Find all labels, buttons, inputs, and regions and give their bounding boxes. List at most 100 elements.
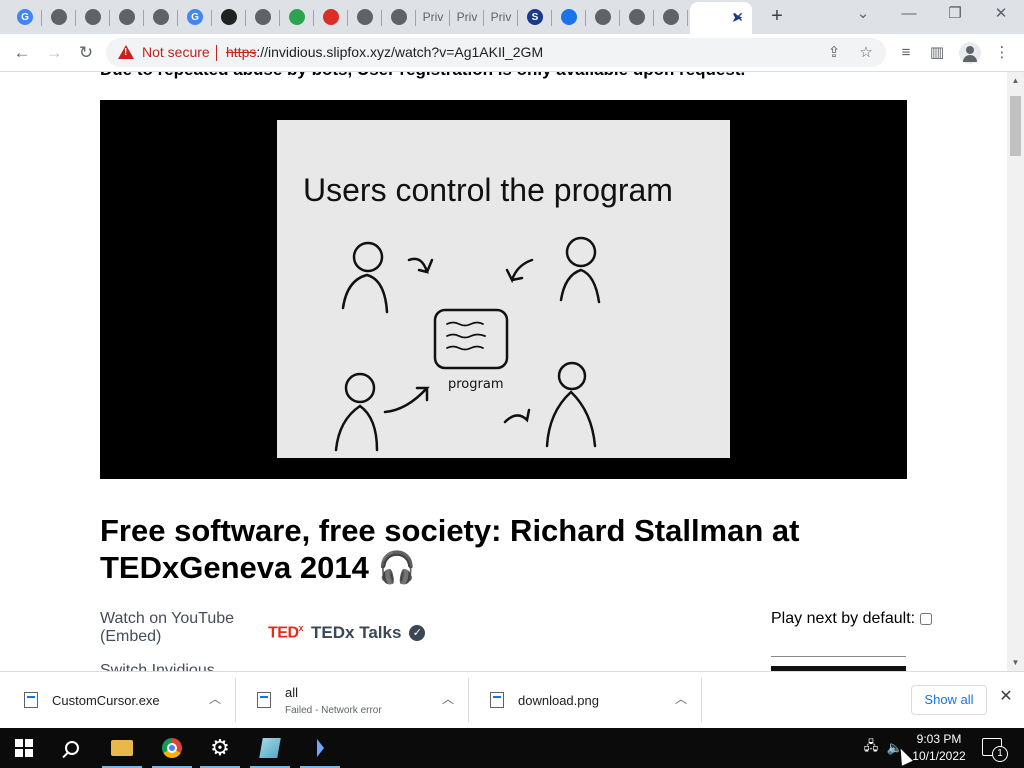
scroll-thumb[interactable]	[1010, 96, 1021, 156]
browser-tab[interactable]	[280, 2, 314, 32]
side-panel-icon[interactable]: ▥	[927, 43, 947, 63]
download-name: all	[285, 685, 299, 700]
menu-kebab-icon[interactable]: ⋮	[992, 43, 1012, 63]
browser-tab[interactable]	[314, 2, 348, 32]
minimize-button[interactable]: —	[886, 0, 932, 30]
warning-icon[interactable]	[118, 45, 134, 59]
google-icon: G	[17, 9, 33, 25]
headphones-icon: 🎧	[377, 550, 417, 585]
browser-tab[interactable]	[246, 2, 280, 32]
start-button[interactable]	[0, 728, 48, 768]
tab-title: Priv	[456, 10, 478, 24]
globe-icon	[85, 9, 101, 25]
verified-check-icon: ✓	[409, 625, 426, 641]
chrome-button[interactable]	[148, 728, 196, 768]
new-tab-button[interactable]: +	[766, 6, 788, 28]
download-item[interactable]: CustomCursor.exe ︿	[4, 678, 236, 722]
slide-caption: program	[448, 377, 504, 392]
scroll-down-arrow-icon[interactable]: ▼	[1007, 654, 1024, 671]
globe-icon	[357, 9, 373, 25]
search-icon	[65, 741, 79, 755]
url-rest: ://invidious.slipfox.xyz/watch?v=Ag1AKIl…	[256, 44, 544, 60]
user-figure-body	[545, 390, 597, 448]
arrow-mark	[503, 408, 531, 424]
shield-icon	[221, 9, 237, 25]
url-scheme: https	[226, 44, 257, 60]
cursor-arrow-icon: ➤	[731, 8, 743, 25]
browser-tab[interactable]: G	[8, 2, 42, 32]
file-explorer-button[interactable]	[98, 728, 146, 768]
browser-tab[interactable]: S	[518, 2, 552, 32]
browser-tab[interactable]	[144, 2, 178, 32]
system-clock[interactable]: 9:03 PM 10/1/2022	[908, 731, 970, 765]
globe-icon	[255, 9, 271, 25]
switch-invidious-link[interactable]: Switch Invidious	[100, 662, 215, 671]
globe-icon	[629, 9, 645, 25]
cursor-app-icon	[316, 739, 324, 757]
browser-tab[interactable]	[654, 2, 688, 32]
browser-tab[interactable]	[586, 2, 620, 32]
browser-tab[interactable]	[620, 2, 654, 32]
network-icon[interactable]: 🖧	[860, 728, 882, 768]
browser-tab[interactable]: G	[178, 2, 212, 32]
image-file-icon	[490, 692, 504, 708]
browser-tab[interactable]	[348, 2, 382, 32]
browser-tab[interactable]	[212, 2, 246, 32]
forward-button[interactable]: →	[40, 39, 68, 67]
channel-info[interactable]: TEDx TEDx Talks ✓	[268, 623, 426, 643]
custom-cursor-button[interactable]	[296, 728, 344, 768]
security-label[interactable]: Not secure	[142, 44, 210, 60]
tab-search-icon[interactable]: ⌄	[840, 0, 886, 30]
watch-on-youtube-link[interactable]: Watch on YouTube	[100, 610, 234, 628]
reload-button[interactable]: ↻	[72, 39, 100, 67]
download-name: CustomCursor.exe	[52, 693, 160, 708]
folder-icon	[111, 740, 133, 756]
chrome-icon	[162, 738, 182, 758]
downloads-bar: CustomCursor.exe ︿ all Failed - Network …	[0, 671, 1024, 728]
embed-link[interactable]: (Embed)	[100, 628, 234, 646]
channel-logo-sup: x	[298, 623, 304, 634]
back-button[interactable]: ←	[8, 39, 36, 67]
user-figure-head	[557, 361, 587, 391]
restore-button[interactable]: ❐	[932, 0, 978, 30]
browser-tab[interactable]	[110, 2, 144, 32]
profile-avatar[interactable]	[959, 42, 981, 64]
close-window-button[interactable]: ✕	[978, 0, 1024, 30]
browser-tab[interactable]: Priv	[484, 2, 518, 32]
play-next-checkbox[interactable]	[919, 612, 932, 625]
tab-cursor[interactable]: ➤	[720, 2, 754, 32]
browser-tab[interactable]	[42, 2, 76, 32]
exe-file-icon	[24, 692, 38, 708]
share-icon[interactable]: ⇪	[824, 43, 844, 63]
page-scrollbar[interactable]: ▲ ▼	[1007, 72, 1024, 671]
browser-tab[interactable]	[552, 2, 586, 32]
search-button[interactable]	[48, 728, 96, 768]
browser-tab[interactable]: Priv	[450, 2, 484, 32]
video-player[interactable]: Users control the program program	[100, 100, 907, 479]
show-all-button[interactable]: Show all	[911, 685, 987, 715]
channel-name[interactable]: TEDx Talks	[311, 623, 401, 643]
clock-date: 10/1/2022	[912, 749, 966, 763]
download-item[interactable]: download.png ︿	[470, 678, 702, 722]
page-viewport: Due to repeated abuse by bots, User regi…	[0, 72, 1024, 671]
notepad-button[interactable]	[246, 728, 294, 768]
tab-strip: G G Priv Priv Priv S ✕ ➤ + ⌄ — ❐ ✕	[0, 0, 1024, 34]
scroll-up-arrow-icon[interactable]: ▲	[1007, 72, 1024, 89]
video-title-text: Free software, free society: Richard Sta…	[100, 513, 800, 585]
url-text[interactable]: https://invidious.slipfox.xyz/watch?v=Ag…	[226, 44, 543, 60]
download-item[interactable]: all Failed - Network error ︿	[237, 678, 469, 722]
blocked-icon	[323, 9, 339, 25]
settings-button[interactable]: ⚙	[196, 728, 244, 768]
chevron-up-icon[interactable]: ︿	[209, 690, 221, 707]
address-bar[interactable]: Not secure https://invidious.slipfox.xyz…	[106, 38, 886, 67]
browser-tab[interactable]	[382, 2, 416, 32]
chevron-up-icon[interactable]: ︿	[442, 690, 454, 707]
watch-links: Watch on YouTube (Embed)	[100, 610, 234, 646]
close-downloads-icon[interactable]: ✕	[997, 688, 1015, 706]
chevron-up-icon[interactable]: ︿	[675, 690, 687, 707]
browser-tab[interactable]	[76, 2, 110, 32]
bookmark-star-icon[interactable]: ☆	[856, 43, 876, 63]
play-next-label: Play next by default:	[771, 610, 916, 627]
browser-tab[interactable]: Priv	[416, 2, 450, 32]
media-control-icon[interactable]: ≡	[896, 43, 916, 63]
